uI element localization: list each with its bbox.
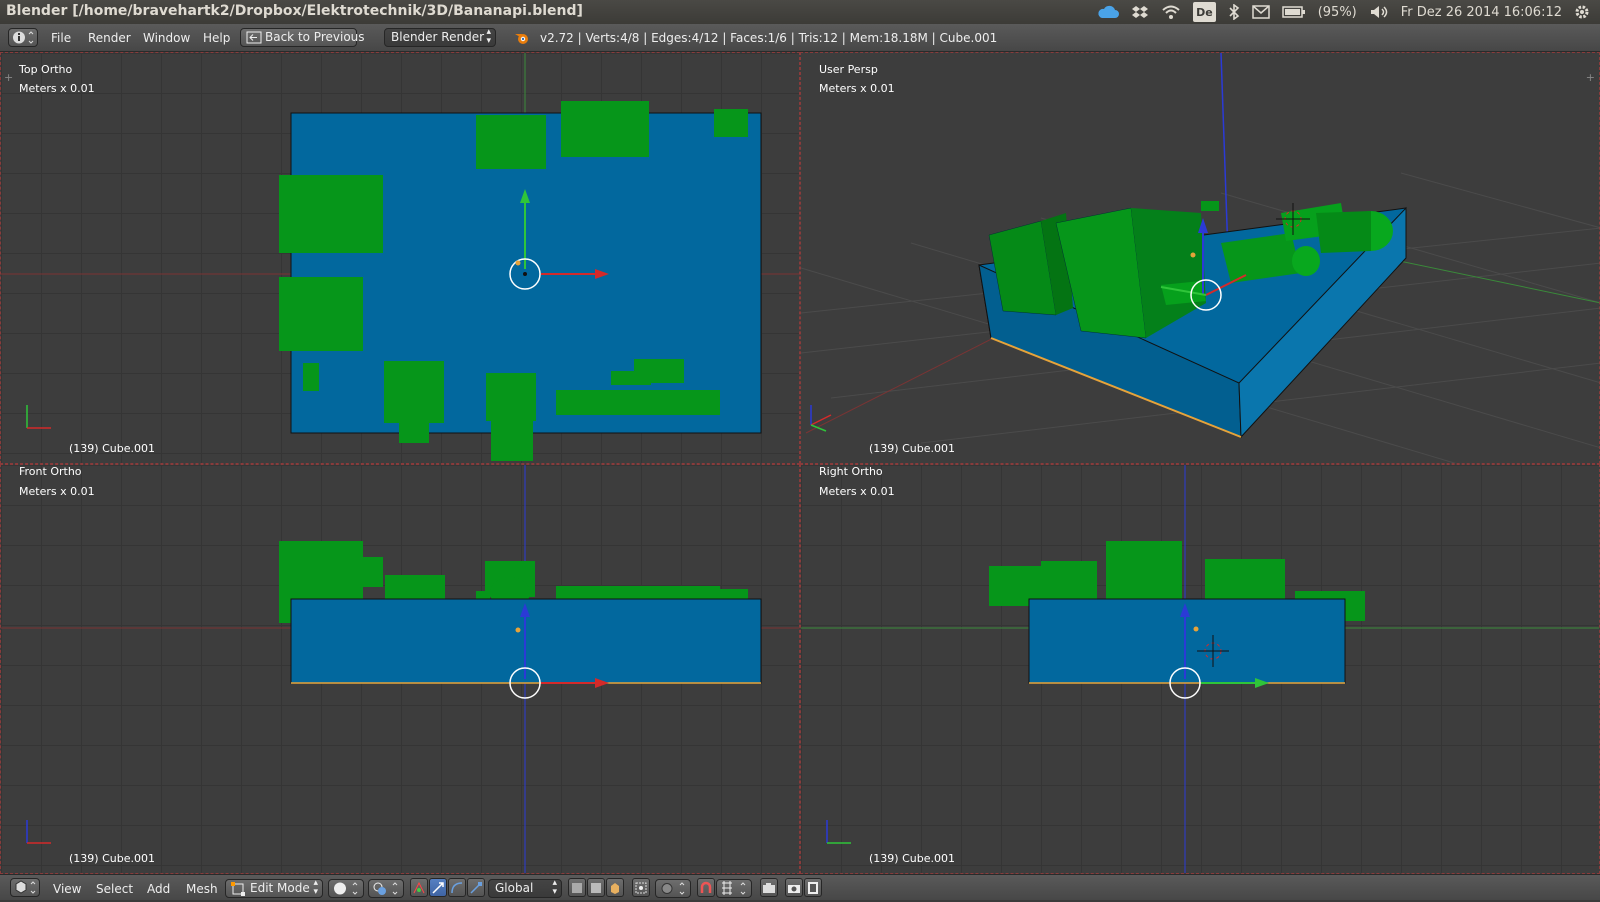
- rotate-manipulator-button[interactable]: [448, 878, 466, 897]
- front-ortho-scene: [1, 465, 799, 873]
- back-to-previous-button[interactable]: Back to Previous: [240, 28, 365, 47]
- menu-select[interactable]: Select: [96, 882, 133, 896]
- editor-type-menu[interactable]: [8, 28, 38, 47]
- translate-manipulator-button[interactable]: [429, 878, 447, 897]
- viewport-view-name: User Persp: [819, 63, 878, 76]
- menu-mesh[interactable]: Mesh: [186, 882, 218, 896]
- object-origin: [515, 627, 521, 633]
- updown-arrows-icon: ▴ ▾: [486, 27, 491, 46]
- viewport-object-name: (139) Cube.001: [69, 852, 155, 865]
- back-arrow-icon: [246, 31, 262, 44]
- proportional-edit-select[interactable]: [655, 879, 691, 898]
- object-origin: [1193, 626, 1199, 632]
- layer-button-2[interactable]: [587, 878, 605, 897]
- viewport-shading-select[interactable]: [328, 879, 364, 898]
- menu-view[interactable]: View: [53, 882, 81, 896]
- blender-logo-icon: [515, 34, 528, 44]
- snap-element-select[interactable]: [716, 879, 752, 898]
- viewport-units: Meters x 0.01: [819, 485, 895, 498]
- pivot-point-select[interactable]: [368, 879, 404, 898]
- wifi-icon[interactable]: [1161, 3, 1181, 21]
- camera-icon: [788, 884, 800, 893]
- render-engine-select[interactable]: Blender Render ▴ ▾: [384, 28, 496, 47]
- scene-statistics: v2.72 | Verts:4/8 | Edges:4/12 | Faces:1…: [540, 31, 998, 45]
- manipulator-icon: [413, 881, 425, 893]
- magnet-icon: [700, 881, 712, 893]
- rotate-icon: [451, 881, 463, 893]
- info-icon: [13, 31, 34, 44]
- render-animation-button[interactable]: [804, 878, 822, 897]
- menu-file[interactable]: File: [51, 31, 71, 45]
- viewport-view-name: Front Ortho: [19, 465, 82, 478]
- snap-toggle[interactable]: [697, 878, 715, 897]
- battery-percent: (95%): [1317, 4, 1357, 20]
- manipulator-toggle[interactable]: [410, 878, 428, 897]
- back-to-previous-label: Back to Previous: [265, 30, 365, 44]
- cube-icon: [611, 882, 619, 894]
- orientation-label: Global: [495, 881, 534, 895]
- volume-icon[interactable]: [1369, 3, 1389, 21]
- layer-button-3[interactable]: [606, 878, 624, 897]
- viewport-units: Meters x 0.01: [19, 485, 95, 498]
- viewport-units: Meters x 0.01: [819, 82, 895, 95]
- cube-editor-icon: [15, 880, 36, 894]
- opengl-render-button[interactable]: [760, 878, 778, 897]
- film-icon: [808, 881, 818, 894]
- info-header: File Render Window Help Back to Previous…: [0, 24, 1600, 52]
- cube-icon: [572, 882, 582, 893]
- viewport-view-name: Top Ortho: [19, 63, 73, 76]
- viewport-user-persp[interactable]: User Persp Meters x 0.01 (139) Cube.001 …: [800, 52, 1600, 464]
- bluetooth-icon[interactable]: [1228, 3, 1240, 21]
- translate-arrow-icon: [432, 881, 444, 894]
- viewport-units: Meters x 0.01: [19, 82, 95, 95]
- top-ortho-scene: [1, 53, 799, 461]
- mail-icon[interactable]: [1251, 3, 1270, 21]
- indicator-area: De (95%) Fr Dez 26 2014 16:06:12: [1097, 0, 1590, 24]
- scale-manipulator-button[interactable]: [467, 878, 485, 897]
- corner-plus-icon[interactable]: +: [4, 71, 13, 84]
- edit-mode-icon: [231, 882, 245, 896]
- mode-label: Edit Mode: [250, 881, 310, 895]
- snap-grid-icon: [722, 881, 746, 895]
- menu-help[interactable]: Help: [203, 31, 230, 45]
- menu-window[interactable]: Window: [143, 31, 190, 45]
- corner-plus-icon[interactable]: +: [1586, 71, 1595, 84]
- viewport-front-ortho[interactable]: Front Ortho Meters x 0.01 (139) Cube.001: [0, 464, 800, 874]
- clock[interactable]: Fr Dez 26 2014 16:06:12: [1401, 3, 1562, 21]
- pivot-icon: [373, 882, 398, 895]
- scale-icon: [470, 881, 482, 894]
- viewport-view-name: Right Ortho: [819, 465, 883, 478]
- viewport-object-name: (139) Cube.001: [869, 852, 955, 865]
- user-persp-scene: [801, 53, 1599, 463]
- battery-icon[interactable]: [1281, 3, 1306, 21]
- window-title: Blender [/home/bravehartk2/Dropbox/Elekt…: [6, 3, 583, 19]
- viewport-object-name: (139) Cube.001: [869, 442, 955, 455]
- object-origin: [1190, 252, 1196, 258]
- render-engine-label: Blender Render: [391, 30, 485, 44]
- gear-icon[interactable]: [1574, 3, 1590, 21]
- render-still-button[interactable]: [785, 878, 803, 897]
- menu-add[interactable]: Add: [147, 882, 170, 896]
- vertex-select-button[interactable]: [632, 878, 650, 897]
- object-origin: [515, 260, 521, 266]
- mode-select[interactable]: Edit Mode ▴ ▾: [225, 879, 323, 898]
- transform-orientation-select[interactable]: Global ▴ ▾: [488, 879, 562, 898]
- right-ortho-scene: [801, 465, 1599, 873]
- viewport-right-ortho[interactable]: Right Ortho Meters x 0.01 (139) Cube.001: [800, 464, 1600, 874]
- keyboard-layout-indicator[interactable]: De: [1193, 2, 1216, 22]
- cloud-icon[interactable]: [1097, 3, 1120, 21]
- solid-shading-icon: [334, 882, 358, 895]
- system-top-panel: Blender [/home/bravehartk2/Dropbox/Elekt…: [0, 0, 1600, 24]
- viewport-top-ortho[interactable]: Top Ortho Meters x 0.01 (139) Cube.001 +: [0, 52, 800, 464]
- viewport-object-name: (139) Cube.001: [69, 442, 155, 455]
- render-camera-icon: [763, 882, 775, 893]
- menu-render[interactable]: Render: [88, 31, 131, 45]
- proportional-edit-icon: [661, 882, 685, 895]
- cube-icon: [591, 882, 601, 893]
- layer-button-1[interactable]: [568, 878, 586, 897]
- view3d-header: View Select Add Mesh Edit Mode ▴ ▾ Global…: [0, 874, 1600, 900]
- dropbox-icon[interactable]: [1131, 3, 1149, 21]
- editor-type-menu[interactable]: [10, 878, 40, 897]
- vertex-select-icon: [635, 882, 647, 893]
